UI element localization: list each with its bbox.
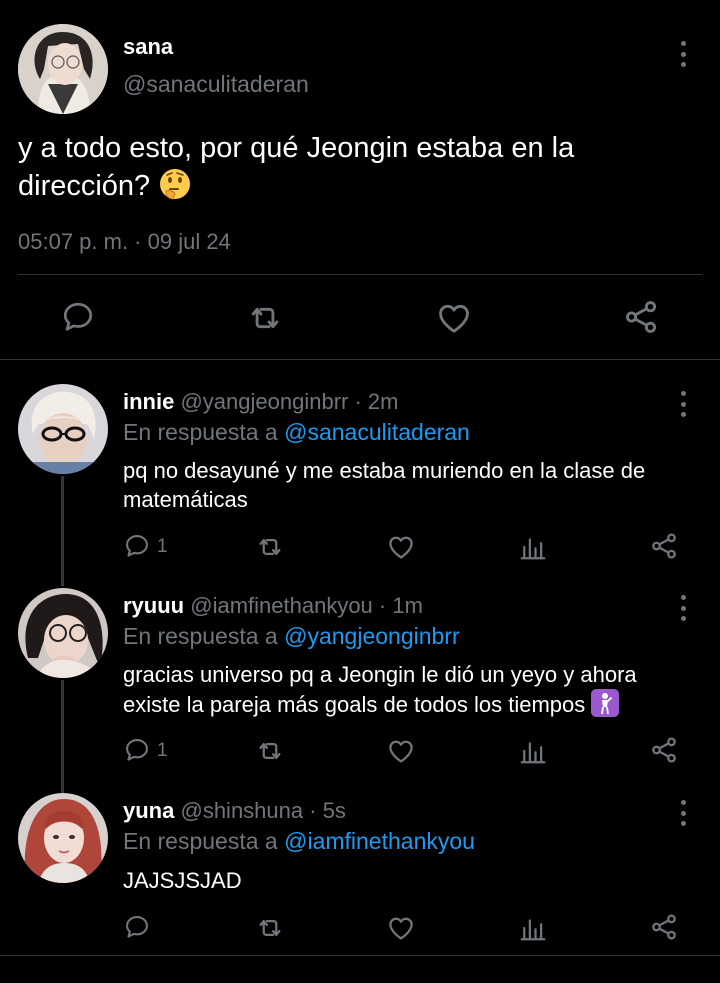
reply-text-content: gracias universo pq a Jeongin le dió un … — [123, 662, 637, 717]
views-icon[interactable] — [518, 913, 548, 943]
like-icon[interactable] — [386, 913, 416, 943]
reply-prefix: En respuesta a — [123, 623, 278, 649]
reply-text: pq no desayuné y me estaba muriendo en l… — [123, 458, 646, 512]
mention-link[interactable]: @yangjeonginbrr — [284, 623, 460, 649]
mention-link[interactable]: @sanaculitaderan — [284, 419, 470, 445]
thinking-face-emoji — [158, 167, 192, 201]
reply-time: · 2m — [354, 389, 399, 414]
avatar[interactable] — [18, 793, 108, 883]
retweet-icon[interactable] — [246, 299, 284, 337]
avatar[interactable] — [18, 24, 108, 114]
reply-time: · 5s — [309, 798, 346, 823]
reply-author-name[interactable]: yuna — [123, 798, 174, 823]
reply-prefix: En respuesta a — [123, 419, 278, 445]
retweet-icon[interactable] — [255, 913, 285, 943]
reply-text: JAJSJSJAD — [123, 868, 242, 893]
like-icon[interactable] — [386, 532, 416, 562]
divider — [18, 274, 702, 275]
more-icon[interactable] — [678, 595, 688, 621]
reply-time: · 1m — [378, 593, 423, 618]
reply-text: gracias universo pq a Jeongin le dió un … — [123, 660, 693, 719]
reply-prefix: En respuesta a — [123, 828, 278, 854]
share-icon[interactable] — [649, 735, 679, 765]
reply-author-handle[interactable]: @shinshuna — [180, 798, 303, 823]
reply-context: En respuesta a @sanaculitaderan — [123, 419, 470, 446]
more-icon[interactable] — [678, 800, 688, 826]
retweet-icon[interactable] — [255, 532, 285, 562]
avatar[interactable] — [18, 384, 108, 474]
more-icon[interactable] — [678, 391, 688, 417]
reply-author-handle[interactable]: @yangjeonginbrr — [180, 389, 348, 414]
like-icon[interactable] — [386, 736, 416, 766]
reply-context: En respuesta a @yangjeonginbrr — [123, 623, 460, 650]
reply-context: En respuesta a @iamfinethankyou — [123, 828, 475, 855]
reply-count: 1 — [157, 536, 168, 557]
comment-icon[interactable] — [123, 736, 151, 764]
main-tweet: sana @sanaculitaderan y a todo esto, por… — [0, 0, 720, 360]
reply-tweet[interactable]: ryuuu @iamfinethankyou · 1m En respuesta… — [0, 588, 720, 788]
retweet-icon[interactable] — [255, 736, 285, 766]
reply-header: innie @yangjeonginbrr · 2m — [123, 389, 398, 415]
author-handle[interactable]: @sanaculitaderan — [123, 71, 309, 98]
reply-author-name[interactable]: ryuuu — [123, 593, 184, 618]
reply-tweet[interactable]: innie @yangjeonginbrr · 2m En respuesta … — [0, 384, 720, 584]
reply-count: 1 — [157, 740, 168, 761]
reply-tweet[interactable]: yuna @shinshuna · 5s En respuesta a @iam… — [0, 793, 720, 963]
reply-header: yuna @shinshuna · 5s — [123, 798, 346, 824]
comment-icon[interactable] — [123, 913, 151, 941]
views-icon[interactable] — [518, 532, 548, 562]
like-icon[interactable] — [435, 299, 473, 337]
comment-icon[interactable] — [60, 299, 96, 335]
tweet-timestamp: 05:07 p. m. · 09 jul 24 — [18, 229, 231, 254]
mention-link[interactable]: @iamfinethankyou — [284, 828, 475, 854]
reply-author-handle[interactable]: @iamfinethankyou — [190, 593, 373, 618]
author-name[interactable]: sana — [123, 34, 173, 60]
tweet-text-content: y a todo esto, por qué Jeongin estaba en… — [18, 132, 575, 202]
avatar[interactable] — [18, 588, 108, 678]
views-icon[interactable] — [518, 736, 548, 766]
reply-author-name[interactable]: innie — [123, 389, 174, 414]
divider — [0, 359, 720, 360]
tweet-text: y a todo esto, por qué Jeongin estaba en… — [18, 130, 678, 205]
share-icon[interactable] — [649, 531, 679, 561]
woman-facepalming-emoji — [591, 689, 620, 717]
share-icon[interactable] — [622, 298, 660, 336]
share-icon[interactable] — [649, 912, 679, 942]
more-icon[interactable] — [678, 41, 688, 67]
reply-header: ryuuu @iamfinethankyou · 1m — [123, 593, 423, 619]
divider — [0, 955, 720, 956]
comment-icon[interactable] — [123, 532, 151, 560]
